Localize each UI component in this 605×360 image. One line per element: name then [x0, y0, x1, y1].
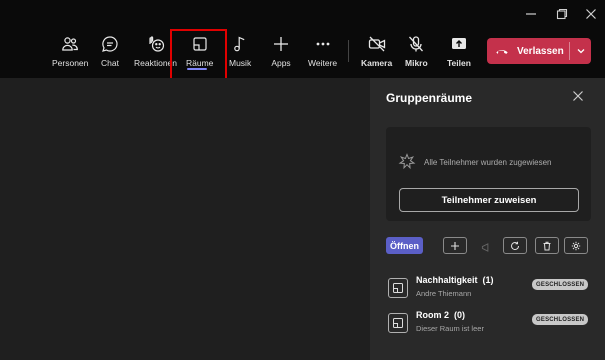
apps-label: Apps — [271, 58, 291, 68]
toolbar-divider — [348, 40, 349, 62]
plus-icon — [451, 241, 459, 250]
breakout-rooms-panel: Gruppenräume Alle Teilnehmer wurden zuge… — [370, 78, 605, 360]
camera-label: Kamera — [361, 58, 393, 68]
gear-icon — [571, 241, 581, 250]
chat-button[interactable]: Chat — [100, 34, 120, 76]
minimize-icon[interactable] — [522, 5, 540, 23]
close-window-icon[interactable] — [582, 5, 600, 23]
close-icon[interactable] — [572, 89, 586, 103]
mic-button[interactable]: Mikro — [405, 34, 428, 76]
title-bar — [0, 0, 605, 28]
refresh-icon — [511, 241, 520, 250]
rooms-actions-bar: Öffnen — [386, 237, 591, 255]
apps-button[interactable]: Apps — [271, 34, 291, 76]
plus-icon — [271, 34, 291, 54]
announcement-icon — [481, 240, 493, 252]
hang-up-icon — [496, 50, 508, 54]
sparkle-icon — [398, 153, 416, 171]
music-button[interactable]: Musik — [229, 34, 251, 76]
music-label: Musik — [229, 58, 252, 68]
add-room-button[interactable] — [443, 237, 467, 254]
mic-off-icon — [406, 34, 426, 54]
open-rooms-button[interactable]: Öffnen — [386, 237, 423, 254]
people-button[interactable]: Personen — [52, 34, 88, 76]
music-icon — [230, 34, 250, 54]
mic-label: Mikro — [405, 58, 428, 68]
restore-icon[interactable] — [553, 5, 571, 23]
more-label: Weitere — [308, 58, 338, 68]
assignment-message: Alle Teilnehmer wurden zugewiesen — [424, 157, 552, 167]
room-subtitle: Andre Thiemann — [416, 289, 472, 298]
chat-label: Chat — [101, 58, 119, 68]
room-name: Nachhaltigkeit (1) — [416, 275, 494, 285]
highlight-box — [170, 29, 227, 82]
more-button[interactable]: Weitere — [308, 34, 337, 76]
share-icon — [449, 34, 469, 54]
share-label: Teilen — [447, 58, 471, 68]
chat-icon — [100, 34, 120, 54]
chevron-down-icon — [577, 49, 584, 54]
camera-off-icon — [367, 34, 387, 54]
status-badge: GESCHLOSSEN — [532, 314, 589, 325]
more-icon — [313, 34, 333, 54]
people-icon — [60, 34, 80, 54]
trash-icon — [543, 241, 551, 250]
leave-split-button: Verlassen — [487, 38, 591, 64]
room-icon — [388, 313, 408, 333]
leave-label: Verlassen — [517, 45, 564, 57]
room-name: Room 2 (0) — [416, 310, 466, 320]
panel-title: Gruppenräume — [386, 91, 473, 105]
share-button[interactable]: Teilen — [447, 34, 471, 76]
assign-participants-button[interactable]: Teilnehmer zuweisen — [399, 188, 579, 212]
camera-button[interactable]: Kamera — [361, 34, 392, 76]
assignment-status: Alle Teilnehmer wurden zugewiesen — [398, 153, 551, 171]
delete-rooms-button[interactable] — [535, 237, 559, 254]
room-subtitle: Dieser Raum ist leer — [416, 324, 484, 333]
people-label: Personen — [52, 58, 89, 68]
assignment-card: Alle Teilnehmer wurden zugewiesen Teilne… — [386, 127, 591, 221]
leave-options-button[interactable] — [570, 38, 591, 64]
room-icon — [388, 278, 408, 298]
leave-button[interactable]: Verlassen — [487, 38, 569, 64]
room-list-item[interactable]: Nachhaltigkeit (1) Andre Thiemann GESCHL… — [386, 274, 591, 302]
recreate-rooms-button[interactable] — [503, 237, 527, 254]
room-settings-button[interactable] — [564, 237, 588, 254]
reactions-icon — [146, 34, 166, 54]
meeting-stage — [0, 78, 370, 360]
status-badge: GESCHLOSSEN — [532, 279, 589, 290]
room-list-item[interactable]: Room 2 (0) Dieser Raum ist leer GESCHLOS… — [386, 309, 591, 337]
